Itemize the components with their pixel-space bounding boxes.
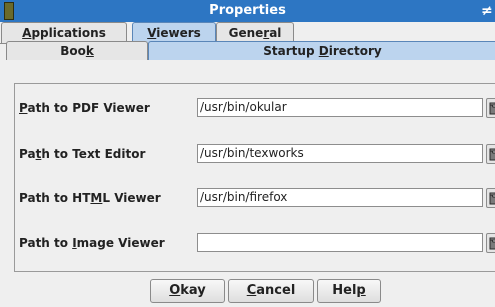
tab-label: Startup [263,44,319,58]
close-button[interactable]: ≠ [481,1,495,21]
tab-label: irectory [328,44,382,58]
text-editor-label: Path to Text Editor [19,147,146,161]
tab-general[interactable]: General [216,22,294,43]
tab-applications[interactable]: Applications [1,22,127,43]
text-editor-row: Path to Text Editor /usr/bin/texworks [15,142,495,166]
tab-label: pplications [31,26,106,40]
help-button[interactable]: Help [317,279,381,303]
folder-icon [489,192,495,205]
image-viewer-path-field[interactable] [197,233,483,252]
tab-label: Boo [60,44,86,58]
tab-label: al [269,26,282,40]
image-viewer-row: Path to Image Viewer [15,231,495,255]
folder-icon [489,102,495,115]
pdf-viewer-row: Path to PDF Viewer /usr/bin/okular [15,96,495,120]
text-editor-browse-button[interactable] [486,144,495,164]
image-viewer-browse-button[interactable] [486,233,495,253]
html-viewer-path-field[interactable]: /usr/bin/firefox [197,188,483,207]
window-title: Properties [209,3,286,18]
html-viewer-label: Path to HTML Viewer [19,191,161,205]
properties-dialog: Properties ≠ Applications Viewers Genera… [0,0,495,307]
tab-book[interactable]: Book [6,41,148,60]
folder-icon [489,237,495,250]
okay-button[interactable]: Okay [150,279,225,303]
tab-viewers[interactable]: Viewers [132,22,216,43]
pdf-viewer-browse-button[interactable] [486,98,495,118]
folder-icon [489,148,495,161]
text-editor-path-field[interactable]: /usr/bin/texworks [197,144,483,163]
tab-label-mnemonic: V [147,26,157,40]
image-viewer-label: Path to Image Viewer [19,236,165,250]
tab-label: Gene [228,26,264,40]
html-viewer-browse-button[interactable] [486,188,495,208]
pdf-viewer-path-field[interactable]: /usr/bin/okular [197,98,483,117]
tab-startup-directory[interactable]: Startup Directory [148,41,495,60]
tab-label-mnemonic: k [85,44,94,58]
tab-label: iewers [156,26,201,40]
viewer-paths-panel: Path to PDF Viewer /usr/bin/okular Path … [14,83,495,272]
title-bar[interactable]: Properties ≠ [0,0,495,22]
html-viewer-row: Path to HTML Viewer /usr/bin/firefox [15,186,495,210]
pdf-viewer-label: Path to PDF Viewer [19,101,150,115]
tab-label-mnemonic: D [318,44,329,58]
cancel-button[interactable]: Cancel [228,279,314,303]
sub-tab-bar: Book Startup Directory [6,41,495,60]
